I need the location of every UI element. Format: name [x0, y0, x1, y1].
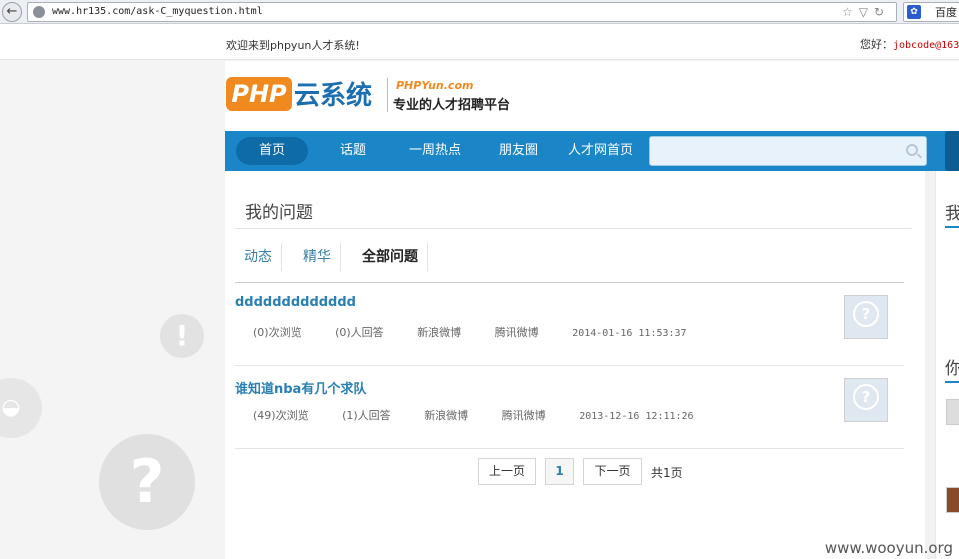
sidebar-title-mine: 我 [945, 199, 959, 224]
main-nav: 首页 话题 一周热点 朋友圈 人才网首页 [225, 131, 959, 171]
share-tencent-link[interactable]: 腾讯微博 [502, 409, 546, 422]
logo-slogan: 专业的人才招聘平台 [393, 98, 511, 113]
reload-icon[interactable]: ↻ [874, 5, 890, 19]
question-meta: (49)次浏览 (1)人回答 新浪微博 腾讯微博 2013-12-16 12:1… [253, 407, 694, 423]
browser-toolbar: ← www.hr135.com/ask-C_myquestion.html ☆▽… [0, 0, 959, 24]
tab-all-questions[interactable]: 全部问题 [353, 243, 428, 271]
sidebar-title-you: 你 [945, 354, 959, 379]
search-input[interactable] [650, 137, 890, 165]
question-title[interactable]: ddddddddddddd [235, 295, 356, 310]
sidebar-title-underline [945, 381, 959, 383]
view-count: (0)次浏览 [253, 326, 302, 339]
logo-brand: PHPYun.com [396, 79, 474, 92]
greeting-label: 您好： [860, 38, 893, 51]
welcome-text: 欢迎来到phpyun人才系统! [226, 39, 360, 52]
username-link[interactable]: jobcode@163 [893, 40, 959, 51]
question-date: 2014-01-16 11:53:37 [572, 328, 687, 339]
question-mark-icon: ? [99, 434, 195, 530]
baidu-paw-icon[interactable]: ✿ [907, 5, 921, 19]
sidebar-title-underline [945, 226, 959, 228]
nav-search-box [649, 136, 927, 166]
back-arrow-icon[interactable]: ← [2, 2, 22, 22]
exclamation-icon: ! [160, 314, 204, 358]
default-avatar-icon: ? [853, 384, 879, 410]
logo-php: PHP [226, 77, 292, 111]
sidebar-thumbnail[interactable] [946, 399, 959, 425]
avatar[interactable]: ? [844, 378, 888, 422]
right-sidebar: 我 你 [935, 171, 959, 559]
tab-featured[interactable]: 精华 [294, 243, 341, 271]
star-icon[interactable]: ☆ [842, 5, 859, 19]
main-content: 我的问题 动态 精华 全部问题 ddddddddddddd (0)次浏览 (0)… [225, 171, 925, 559]
nav-item-talent-home[interactable]: 人才网首页 [568, 131, 633, 171]
view-count: (49)次浏览 [253, 409, 309, 422]
share-tencent-link[interactable]: 腾讯微博 [495, 326, 539, 339]
logo-yun: 云系统 [294, 81, 373, 111]
question-item: ddddddddddddd (0)次浏览 (0)人回答 新浪微博 腾讯微博 20… [235, 283, 904, 366]
page-title: 我的问题 [245, 203, 313, 223]
question-meta: (0)次浏览 (0)人回答 新浪微博 腾讯微博 2014-01-16 11:53… [253, 324, 687, 340]
question-title[interactable]: 谁知道nba有几个求队 [235, 378, 366, 397]
share-sina-link[interactable]: 新浪微博 [417, 326, 461, 339]
next-page-button[interactable]: 下一页 [583, 458, 642, 485]
question-item: 谁知道nba有几个求队 (49)次浏览 (1)人回答 新浪微博 腾讯微博 201… [235, 366, 904, 449]
prev-page-button[interactable]: 上一页 [478, 458, 536, 485]
nav-right-button[interactable] [945, 131, 959, 171]
default-avatar-icon: ? [853, 301, 879, 327]
url-actions[interactable]: ☆▽↻ [842, 5, 890, 19]
answer-count: (1)人回答 [342, 409, 391, 422]
top-strip: 欢迎来到phpyun人才系统! 您好：jobcode@163 [0, 24, 959, 60]
answer-count: (0)人回答 [335, 326, 384, 339]
share-sina-link[interactable]: 新浪微博 [424, 409, 468, 422]
question-date: 2013-12-16 12:11:26 [579, 411, 694, 422]
globe-icon [33, 6, 45, 18]
logo-divider [387, 78, 388, 112]
nav-item-topics[interactable]: 话题 [340, 131, 366, 171]
search-engine-name: 百度 [935, 6, 957, 19]
url-text[interactable]: www.hr135.com/ask-C_myquestion.html [52, 6, 263, 17]
tab-activity[interactable]: 动态 [235, 243, 282, 271]
current-page-button[interactable]: 1 [545, 458, 574, 485]
address-bar[interactable]: www.hr135.com/ask-C_myquestion.html ☆▽↻ [27, 2, 897, 22]
user-greeting: 您好：jobcode@163 [860, 36, 959, 52]
avatar[interactable]: ? [844, 295, 888, 339]
sidebar-thumbnail[interactable] [946, 487, 959, 513]
watermark: www.wooyun.org [824, 539, 953, 557]
nav-item-home[interactable]: 首页 [236, 137, 308, 165]
decorative-circle-icon: ◒ [0, 378, 42, 438]
left-background: ! ◒ ? [0, 61, 225, 559]
dropdown-icon[interactable]: ▽ [859, 5, 874, 19]
title-divider [235, 228, 911, 229]
search-icon[interactable] [906, 144, 918, 156]
nav-item-weekly-hot[interactable]: 一周热点 [409, 131, 461, 171]
page-total: 共1页 [651, 466, 683, 480]
search-engine-box[interactable]: ✿ 百度 [903, 2, 959, 22]
nav-item-friends[interactable]: 朋友圈 [499, 131, 538, 171]
